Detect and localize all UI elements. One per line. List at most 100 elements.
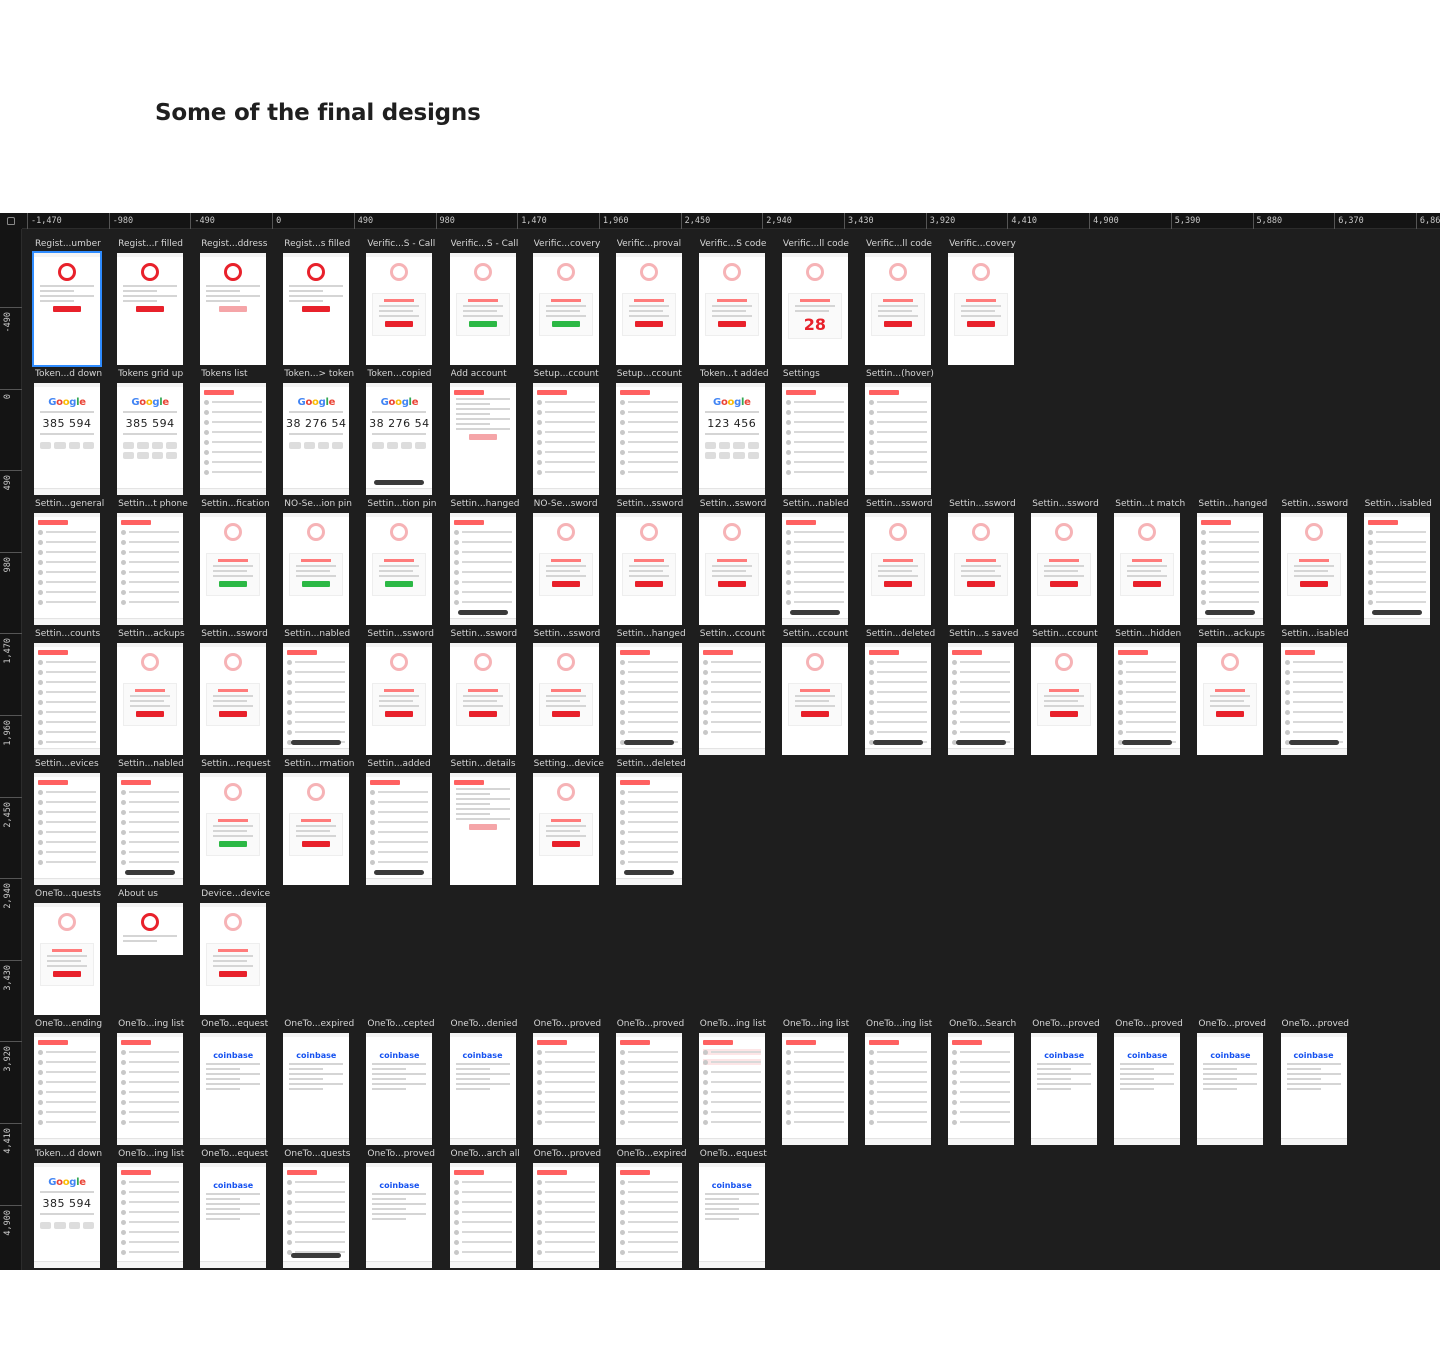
artboard[interactable] [200,773,267,885]
artboard-label[interactable]: Verific...covery [949,239,1021,250]
artboard[interactable] [781,513,848,625]
artboard[interactable]: coinbase [200,1163,267,1268]
artboard-label[interactable]: OneTo...cepted [367,1019,439,1030]
artboard[interactable]: coinbase [283,1033,350,1145]
artboard[interactable] [1280,513,1347,625]
artboard[interactable]: coinbase [698,1163,765,1268]
artboard-label[interactable]: Tokens grid up [118,369,190,380]
artboard-label[interactable]: OneTo...ing list [866,1019,938,1030]
artboard[interactable] [449,643,516,755]
artboard-label[interactable]: Add account [451,369,523,380]
artboard-label[interactable]: Verific...covery [534,239,606,250]
artboard-label[interactable]: Verific...S code [700,239,772,250]
artboard[interactable] [283,513,350,625]
artboard-label[interactable]: Settin...ssword [451,629,523,640]
artboard[interactable] [1114,643,1181,755]
artboard[interactable] [200,383,267,495]
artboard[interactable] [948,1033,1015,1145]
artboard-label[interactable]: Token...d down [35,1149,107,1160]
artboard-label[interactable]: Settin...ackups [118,629,190,640]
artboard[interactable] [200,253,267,365]
artboard[interactable] [865,1033,931,1145]
artboard[interactable] [615,773,682,885]
artboard-label[interactable]: Settin...(hover) [866,369,938,380]
artboard[interactable] [615,513,682,625]
artboard-label[interactable]: OneTo...proved [1198,1019,1270,1030]
artboard[interactable] [34,643,100,755]
artboard-label[interactable]: Settin...ssword [1282,499,1354,510]
artboard[interactable] [781,383,848,495]
artboard[interactable] [698,513,765,625]
artboard-label[interactable]: OneTo...quests [35,889,107,900]
artboard[interactable] [283,773,350,885]
artboard-label[interactable]: Token...t added [700,369,772,380]
artboard-label[interactable]: Settin...deleted [866,629,938,640]
artboard-label[interactable]: Settin...ssword [949,499,1021,510]
artboard[interactable] [532,773,599,885]
artboard[interactable] [1363,513,1430,625]
artboard-label[interactable]: Settin...ssword [367,629,439,640]
artboard-label[interactable]: OneTo...proved [534,1019,606,1030]
artboard-label[interactable]: Settin...isabled [1282,629,1354,640]
artboard[interactable]: Google 123 456 [698,383,765,495]
artboard-label[interactable]: Settin...ccount [1032,629,1104,640]
artboard-label[interactable]: Settin...nabled [783,499,855,510]
artboard[interactable] [698,643,765,755]
artboard-label[interactable]: OneTo...proved [1032,1019,1104,1030]
artboard[interactable] [1197,643,1264,755]
artboard[interactable] [117,903,184,955]
artboard-label[interactable]: Setup...ccount [617,369,689,380]
artboard[interactable] [366,773,433,885]
artboard-label[interactable]: Settin...ccount [700,629,772,640]
artboard[interactable] [615,643,682,755]
artboard-label[interactable]: Verific...proval [617,239,689,250]
artboard[interactable] [698,253,765,365]
artboard[interactable]: Google 385 594 [117,383,184,495]
artboard[interactable] [532,253,599,365]
artboard-label[interactable]: Settin...ssword [201,629,273,640]
artboard-label[interactable]: OneTo...denied [451,1019,523,1030]
artboard-label[interactable]: Settin...request [201,759,273,770]
artboard[interactable] [200,643,267,755]
artboard[interactable] [948,643,1015,755]
artboard-label[interactable]: OneTo...proved [367,1149,439,1160]
artboard[interactable] [34,1033,100,1145]
artboard-label[interactable]: Setup...ccount [534,369,606,380]
artboard-label[interactable]: Settin...isabled [1365,499,1437,510]
artboard[interactable] [283,643,350,755]
artboard[interactable] [948,253,1015,365]
artboard[interactable] [449,513,516,625]
artboard[interactable] [449,253,516,365]
artboard-label[interactable]: Settin...hanged [617,629,689,640]
artboard[interactable] [615,253,682,365]
artboard[interactable] [532,383,599,495]
artboard[interactable] [532,1163,599,1268]
artboard-label[interactable]: Settin...s saved [949,629,1021,640]
artboard-label[interactable]: Verific...ll code [783,239,855,250]
artboard[interactable] [532,1033,599,1145]
artboard[interactable] [865,383,931,495]
artboard[interactable] [117,513,184,625]
artboard-label[interactable]: Settin...counts [35,629,107,640]
artboard-label[interactable]: Token...d down [35,369,107,380]
artboard-label[interactable]: Regist...r filled [118,239,190,250]
artboard[interactable] [1197,513,1264,625]
artboard-label[interactable]: OneTo...equest [201,1149,273,1160]
artboard-label[interactable]: Settin...added [367,759,439,770]
artboard-label[interactable]: Regist...ddress [201,239,273,250]
artboard[interactable] [34,513,100,625]
artboard-label[interactable]: Token...> token [284,369,356,380]
artboard[interactable] [283,1163,350,1268]
artboard-label[interactable]: OneTo...ing list [118,1149,190,1160]
artboard[interactable] [781,643,848,755]
artboard[interactable] [698,1033,765,1145]
artboard[interactable] [1031,643,1098,755]
artboard[interactable] [449,773,516,885]
artboard-label[interactable]: Token...copied [367,369,439,380]
artboard-label[interactable]: OneTo...Search [949,1019,1021,1030]
artboard-label[interactable]: Settin...rmation [284,759,356,770]
artboard[interactable] [117,1033,184,1145]
artboard-label[interactable]: OneTo...proved [1282,1019,1354,1030]
artboard[interactable]: coinbase [1197,1033,1264,1145]
artboard[interactable] [615,1163,682,1268]
